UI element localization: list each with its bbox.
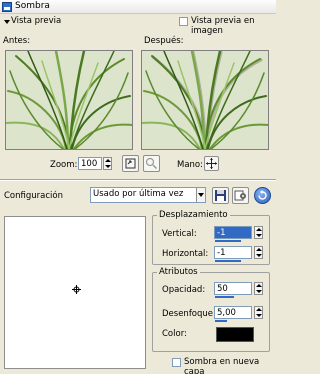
opacity-label: Opacidad: [162, 285, 206, 295]
grass-shadow-image [142, 51, 268, 149]
horizontal-spinner[interactable] [254, 246, 263, 259]
zoom-view-button[interactable] [143, 155, 160, 172]
before-label: Antes: [3, 36, 31, 46]
live-preview-checkbox[interactable] [179, 17, 188, 26]
shadow-color-swatch[interactable] [216, 327, 254, 342]
window-title: Sombra [15, 1, 50, 11]
zoom-fit-button[interactable] [122, 155, 139, 172]
blur-input[interactable]: 5,00 [214, 306, 252, 319]
reset-button[interactable] [254, 187, 271, 204]
offset-group-title: Desplazamiento [157, 210, 230, 220]
zoom-input[interactable]: 100 [78, 157, 102, 170]
vertical-spinner[interactable] [254, 226, 263, 239]
preview-toggle[interactable]: Vista previa [11, 16, 61, 26]
attributes-group-title: Atributos [157, 267, 200, 277]
horizontal-label: Horizontal: [162, 249, 209, 259]
app-icon [2, 2, 12, 12]
vertical-label: Vertical: [162, 229, 197, 239]
config-label: Configuración [4, 191, 63, 201]
live-preview-label: Vista previa en imagen [191, 16, 255, 36]
after-preview[interactable] [141, 50, 269, 150]
hand-pan-button[interactable] [204, 156, 219, 171]
save-preset-button[interactable] [212, 187, 229, 204]
reset-icon [258, 190, 267, 200]
vertical-bar [215, 240, 241, 242]
zoom-spinner[interactable] [103, 157, 112, 170]
new-layer-label: Sombra en nueva capa [184, 357, 260, 374]
move-arrows-icon [206, 158, 217, 169]
blur-bar [215, 320, 227, 322]
after-label: Después: [144, 36, 184, 46]
blur-label: Desenfoque: [162, 309, 216, 319]
opacity-bar [215, 296, 234, 298]
horizontal-bar [215, 260, 241, 262]
horizontal-input[interactable]: -1 [214, 246, 252, 259]
zoom-label: Zoom: [50, 160, 78, 170]
chevron-down-icon[interactable] [196, 188, 205, 202]
vertical-input[interactable]: -1 [214, 226, 252, 239]
zoom-fit-icon [125, 158, 136, 169]
new-layer-checkbox[interactable] [172, 358, 181, 367]
blur-spinner[interactable] [254, 306, 263, 319]
presets-button[interactable] [232, 187, 249, 204]
magnifier-icon [145, 157, 158, 170]
crosshair-icon[interactable] [72, 285, 81, 294]
separator [0, 179, 276, 180]
collapse-triangle-icon[interactable] [4, 20, 10, 24]
before-preview[interactable] [5, 50, 133, 150]
opacity-input[interactable]: 50 [214, 282, 252, 295]
grass-image [6, 51, 132, 149]
opacity-spinner[interactable] [254, 282, 263, 295]
hand-label: Mano: [177, 160, 203, 170]
floppy-disk-icon [215, 190, 226, 201]
preset-settings-icon [234, 190, 246, 201]
color-label: Color: [162, 329, 187, 339]
preset-select-value: Usado por última vez [93, 189, 184, 199]
